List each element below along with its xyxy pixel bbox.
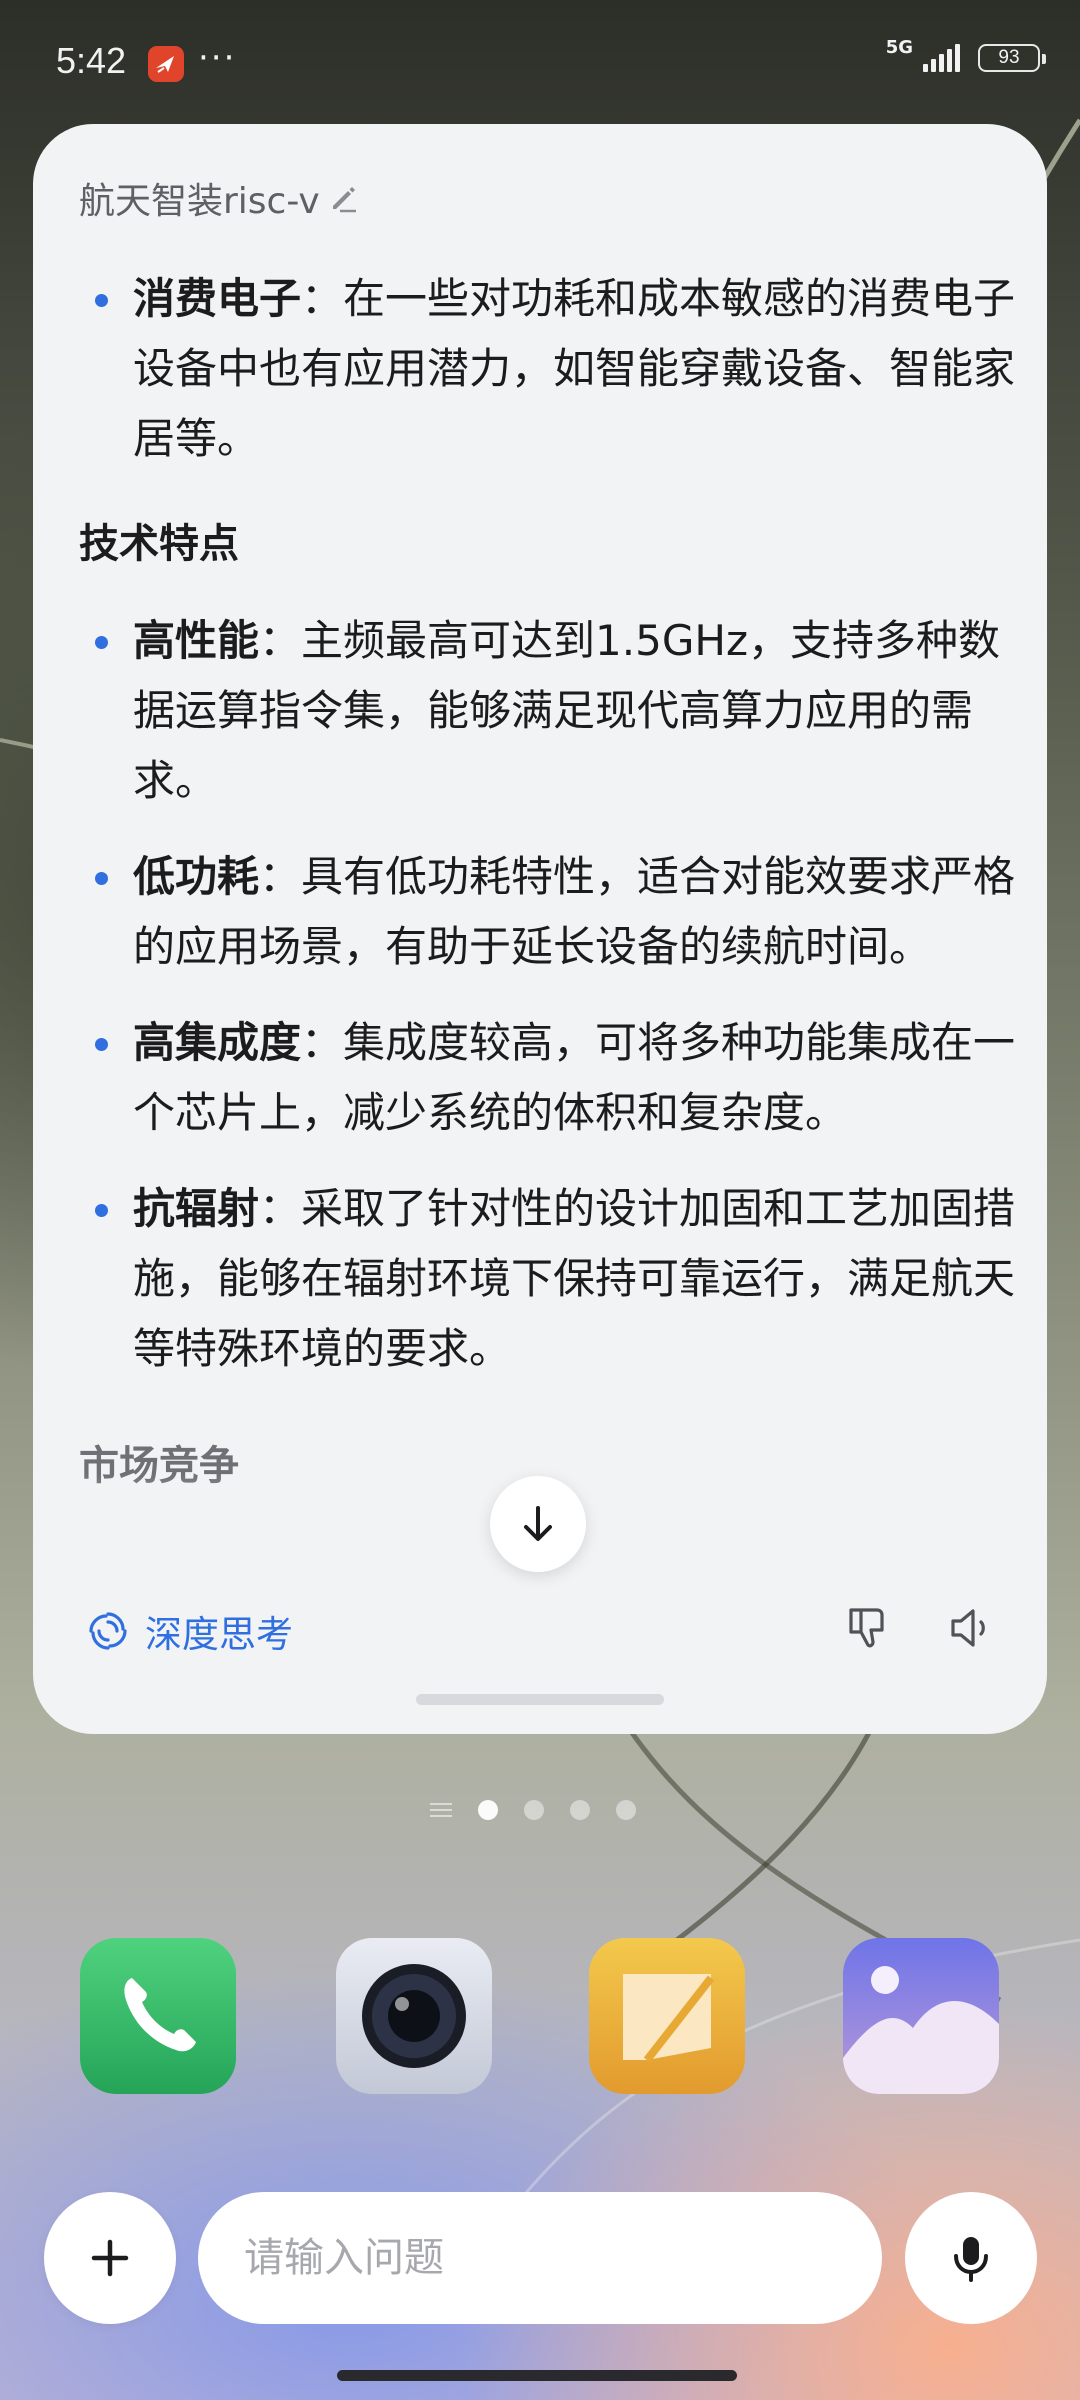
- bullet-separator: ：: [259, 852, 302, 901]
- network-type-label: 5G: [885, 37, 913, 58]
- page-dot[interactable]: [616, 1800, 636, 1820]
- bullet-term: 消费电子: [133, 274, 302, 323]
- page-dot[interactable]: [570, 1800, 590, 1820]
- plus-icon: [91, 2239, 129, 2277]
- notes-app-icon[interactable]: [589, 1938, 745, 2094]
- list-item: 高性能：主频最高可达到1.5GHz，支持多种数据运算指令集，能够满足现代高算力应…: [79, 606, 1019, 816]
- answer-content: 消费电子：在一些对功耗和成本敏感的消费电子设备中也有应用潜力，如智能穿戴设备、智…: [79, 264, 1019, 1528]
- bullet-separator: ：: [301, 274, 344, 323]
- bullet-separator: ：: [259, 616, 302, 665]
- page-list-icon[interactable]: [430, 1803, 452, 1817]
- app-notification-icon: [148, 46, 184, 82]
- bullet-term: 高集成度: [133, 1018, 302, 1067]
- bullet-term: 低功耗: [133, 852, 260, 901]
- question-input[interactable]: [198, 2192, 882, 2324]
- bullet-separator: ：: [259, 1184, 302, 1233]
- gallery-app-icon[interactable]: [843, 1938, 999, 2094]
- battery-level: 93: [998, 47, 1020, 68]
- speaker-icon[interactable]: [945, 1602, 997, 1654]
- status-right-group: 5G 93: [886, 39, 1046, 72]
- add-button[interactable]: [44, 2192, 176, 2324]
- signal-icon: [923, 44, 960, 72]
- deep-think-icon: [89, 1612, 127, 1650]
- dislike-icon[interactable]: [841, 1602, 893, 1654]
- status-time: 5:42: [56, 40, 127, 81]
- conversation-title[interactable]: 航天智装risc-v: [79, 172, 320, 224]
- scroll-down-icon: [524, 1506, 552, 1541]
- page-indicator[interactable]: [430, 1800, 636, 1820]
- system-home-indicator[interactable]: [337, 2370, 737, 2381]
- voice-input-button[interactable]: [905, 2192, 1037, 2324]
- section-heading: 技术特点: [79, 521, 239, 567]
- bullet-separator: ：: [301, 1018, 344, 1067]
- page-dot-active[interactable]: [478, 1800, 498, 1820]
- conversation-title-row[interactable]: 航天智装risc-v: [79, 172, 360, 224]
- camera-app-icon[interactable]: [336, 1938, 492, 2094]
- bullet-term: 抗辐射: [133, 1184, 260, 1233]
- card-drag-handle[interactable]: [416, 1694, 664, 1705]
- list-item: 高集成度：集成度较高，可将多种功能集成在一个芯片上，减少系统的体积和复杂度。: [79, 1008, 1019, 1148]
- status-bar: 5:42 ··· 5G 93: [0, 0, 1080, 130]
- status-more-indicator: ···: [198, 38, 237, 78]
- answer-toolbar: 深度思考: [33, 1584, 1047, 1684]
- deep-think-button[interactable]: 深度思考: [85, 1604, 293, 1658]
- list-item: 消费电子：在一些对功耗和成本敏感的消费电子设备中也有应用潜力，如智能穿戴设备、智…: [79, 264, 1019, 474]
- list-item: 低功耗：具有低功耗特性，适合对能效要求严格的应用场景，有助于延长设备的续航时间。: [79, 842, 1019, 982]
- microphone-icon: [954, 2237, 988, 2282]
- scroll-to-bottom-button[interactable]: [490, 1476, 586, 1572]
- bullet-term: 高性能: [133, 616, 260, 665]
- edit-icon[interactable]: [326, 181, 360, 215]
- page-dot[interactable]: [524, 1800, 544, 1820]
- assistant-chat-card[interactable]: 航天智装risc-v 消费电子：在一些对功耗和成本敏感的消费电子设备中也有应用潜…: [33, 124, 1047, 1734]
- battery-icon: 93: [978, 44, 1046, 72]
- deep-think-label: 深度思考: [145, 1613, 293, 1656]
- list-item: 抗辐射：采取了针对性的设计加固和工艺加固措施，能够在辐射环境下保持可靠运行，满足…: [79, 1174, 1019, 1384]
- phone-app-icon[interactable]: [80, 1938, 236, 2094]
